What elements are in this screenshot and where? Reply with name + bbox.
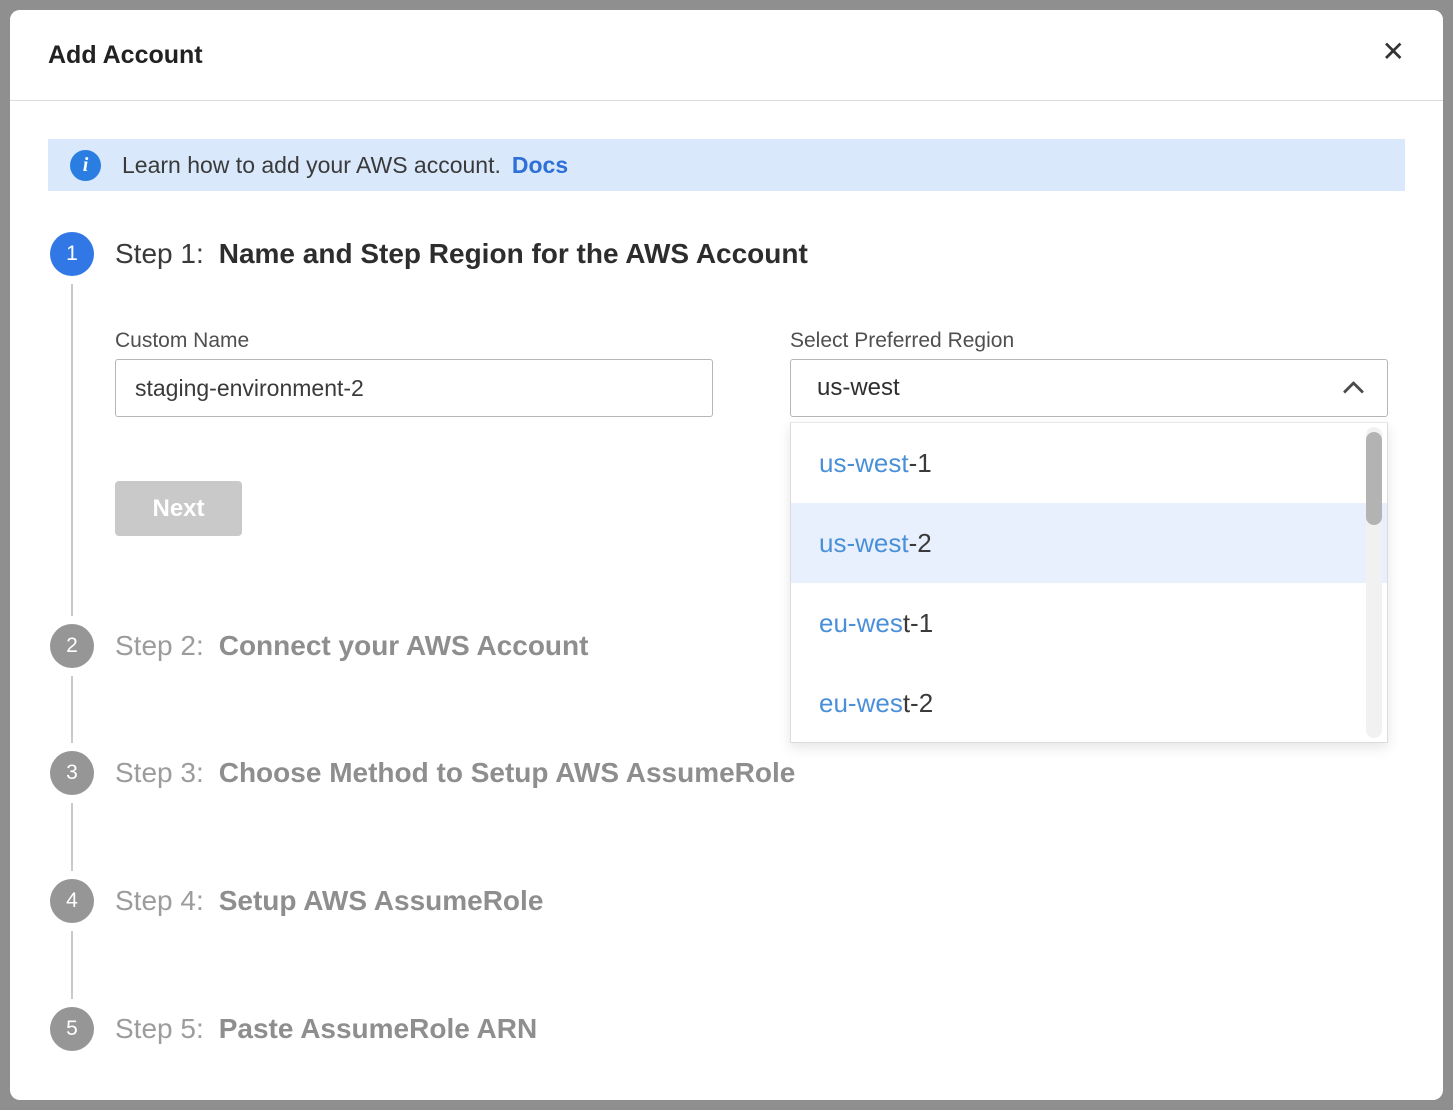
step-5-title: Paste AssumeRole ARN: [219, 1013, 537, 1044]
step-3-title: Choose Method to Setup AWS AssumeRole: [219, 757, 796, 788]
step-2-prefix: Step 2:: [115, 630, 204, 661]
region-option-us-west-2[interactable]: us-west-2: [791, 503, 1387, 583]
dropdown-scrollbar-thumb[interactable]: [1366, 432, 1382, 525]
docs-link[interactable]: Docs: [512, 152, 568, 179]
custom-name-label: Custom Name: [115, 329, 249, 353]
region-combobox[interactable]: us-west: [790, 359, 1388, 417]
step-5-circle: 5: [50, 1007, 94, 1051]
modal-header: Add Account ✕: [10, 10, 1443, 101]
region-option-eu-west-2[interactable]: eu-west-2: [791, 663, 1387, 743]
option-rest-text: -2: [909, 528, 932, 559]
info-icon: i: [70, 150, 101, 181]
step-3-header: Step 3: Choose Method to Setup AWS Assume…: [115, 751, 795, 795]
option-match-text: us-west: [819, 528, 909, 559]
option-match-text: eu-wes: [819, 608, 903, 639]
region-option-eu-west-1[interactable]: eu-west-1: [791, 583, 1387, 663]
step-4-title: Setup AWS AssumeRole: [219, 885, 544, 916]
chevron-up-icon: [1343, 381, 1364, 402]
region-dropdown: us-west-1 us-west-2 eu-west-1 eu-west-2: [790, 422, 1388, 743]
step-1-prefix: Step 1:: [115, 238, 204, 269]
step-3-prefix: Step 3:: [115, 757, 204, 788]
step-4-header: Step 4: Setup AWS AssumeRole: [115, 879, 543, 923]
option-match-text: us-west: [819, 448, 909, 479]
step-connector-4-5: [71, 931, 73, 999]
close-icon[interactable]: ✕: [1382, 38, 1405, 66]
step-2-circle: 2: [50, 624, 94, 668]
modal-title: Add Account: [48, 41, 203, 70]
info-banner: i Learn how to add your AWS account. Doc…: [48, 139, 1405, 191]
step-connector-3-4: [71, 803, 73, 871]
step-1-circle: 1: [50, 232, 94, 276]
option-match-text: eu-wes: [819, 688, 903, 719]
option-rest-text: -1: [909, 448, 932, 479]
step-connector-1-2: [71, 284, 73, 616]
step-4-circle: 4: [50, 879, 94, 923]
step-4-prefix: Step 4:: [115, 885, 204, 916]
region-value: us-west: [817, 374, 900, 402]
region-option-us-west-1[interactable]: us-west-1: [791, 423, 1387, 503]
banner-text: Learn how to add your AWS account.: [122, 152, 501, 179]
add-account-modal: Add Account ✕ i Learn how to add your AW…: [10, 10, 1443, 1100]
step-5-prefix: Step 5:: [115, 1013, 204, 1044]
step-2-header: Step 2: Connect your AWS Account: [115, 624, 588, 668]
step-2-title: Connect your AWS Account: [219, 630, 589, 661]
step-5-header: Step 5: Paste AssumeRole ARN: [115, 1007, 537, 1051]
region-label: Select Preferred Region: [790, 329, 1014, 353]
step-connector-2-3: [71, 676, 73, 743]
step-3-circle: 3: [50, 751, 94, 795]
next-button[interactable]: Next: [115, 481, 242, 536]
custom-name-input[interactable]: [115, 359, 713, 417]
step-1-title: Name and Step Region for the AWS Account: [219, 238, 808, 269]
step-1-header: Step 1: Name and Step Region for the AWS …: [115, 232, 808, 276]
option-rest-text: t-1: [903, 608, 933, 639]
option-rest-text: t-2: [903, 688, 933, 719]
